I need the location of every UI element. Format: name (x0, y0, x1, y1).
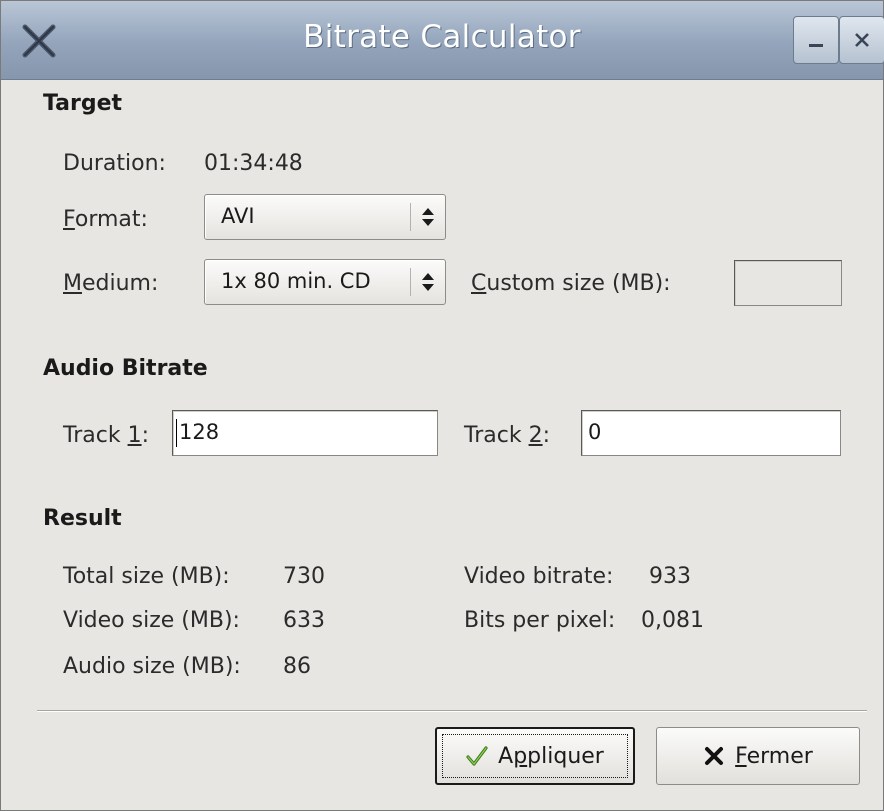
title-bar[interactable]: Bitrate Calculator (1, 1, 884, 80)
close-icon (855, 33, 869, 47)
button-divider (37, 710, 867, 712)
track1-label: Track 1: (63, 423, 149, 448)
track2-label: Track 2: (464, 423, 550, 448)
result-section-title: Result (43, 506, 122, 531)
duration-value: 01:34:48 (204, 151, 303, 176)
close-button[interactable]: Fermer (656, 727, 860, 785)
spin-arrows-icon (422, 208, 434, 226)
medium-label: Medium: (63, 271, 159, 296)
total-size-value: 730 (283, 564, 325, 589)
audio-section-title: Audio Bitrate (43, 356, 208, 381)
minimize-icon (809, 44, 823, 47)
track2-value: 0 (588, 420, 602, 444)
close-window-button[interactable] (839, 16, 884, 64)
bitrate-calculator-window: Bitrate Calculator Target Duration: 01:3… (0, 0, 884, 811)
apply-button[interactable]: Appliquer (435, 727, 635, 785)
bits-per-pixel-value: 0,081 (641, 608, 704, 633)
track1-input[interactable]: 128 (172, 410, 438, 456)
spin-arrows-icon (422, 273, 434, 291)
video-size-label: Video size (MB): (63, 608, 240, 633)
audio-size-label: Audio size (MB): (63, 654, 241, 679)
video-bitrate-value: 933 (649, 564, 691, 589)
minimize-button[interactable] (793, 16, 839, 64)
video-size-value: 633 (283, 608, 325, 633)
video-bitrate-label: Video bitrate: (464, 564, 614, 589)
duration-label: Duration: (63, 151, 166, 176)
custom-size-field[interactable] (734, 260, 842, 306)
close-x-icon (705, 747, 724, 765)
audio-size-value: 86 (283, 654, 311, 679)
total-size-label: Total size (MB): (63, 564, 230, 589)
close-label: Fermer (735, 743, 813, 769)
bits-per-pixel-label: Bits per pixel: (464, 608, 616, 633)
track2-input[interactable]: 0 (581, 410, 841, 456)
custom-size-label: Custom size (MB): (471, 271, 671, 296)
format-combo[interactable]: AVI (204, 194, 446, 240)
medium-value: 1x 80 min. CD (221, 269, 371, 293)
format-value: AVI (221, 204, 255, 228)
track1-value: 128 (179, 420, 220, 444)
target-section-title: Target (43, 91, 123, 116)
format-label: Format: (63, 207, 148, 232)
window-title: Bitrate Calculator (303, 19, 581, 55)
medium-combo[interactable]: 1x 80 min. CD (204, 259, 446, 305)
